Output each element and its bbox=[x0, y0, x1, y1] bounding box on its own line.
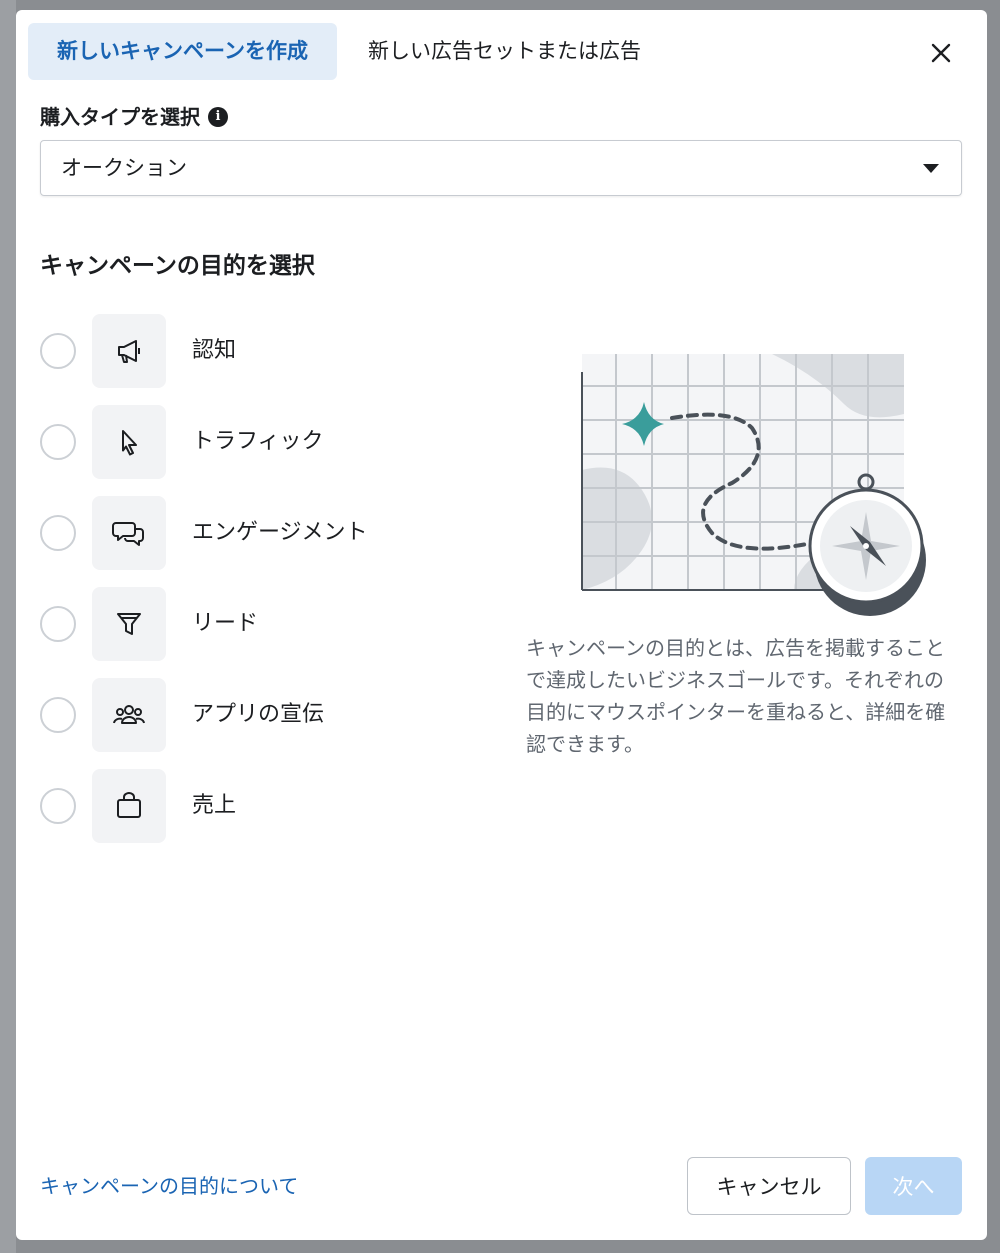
objective-label: トラフィック bbox=[192, 429, 324, 454]
objective-option-traffic[interactable]: トラフィック bbox=[40, 405, 480, 481]
objective-radio[interactable] bbox=[40, 697, 76, 733]
purchase-type-value: オークション bbox=[61, 156, 187, 180]
purchase-type-label-text: 購入タイプを選択 bbox=[40, 105, 200, 129]
purchase-type-select[interactable]: オークション bbox=[40, 140, 962, 196]
objective-option-sales[interactable]: 売上 bbox=[40, 769, 480, 845]
shopping-bag-icon bbox=[92, 769, 166, 843]
objective-option-leads[interactable]: リード bbox=[40, 587, 480, 663]
megaphone-icon bbox=[92, 314, 166, 388]
caret-down-icon bbox=[923, 164, 939, 173]
info-icon[interactable]: i bbox=[208, 107, 228, 127]
chat-bubbles-icon bbox=[92, 496, 166, 570]
objective-label: アプリの宣伝 bbox=[192, 702, 325, 727]
cursor-icon bbox=[92, 405, 166, 479]
objective-radio[interactable] bbox=[40, 424, 76, 460]
objective-radio[interactable] bbox=[40, 515, 76, 551]
objective-option-awareness[interactable]: 認知 bbox=[40, 314, 480, 390]
background-app bbox=[0, 0, 16, 1253]
map-compass-illustration bbox=[572, 350, 932, 620]
objective-label: 認知 bbox=[192, 338, 237, 363]
objective-description: キャンペーンの目的とは、広告を掲載することで達成したいビジネスゴールです。それぞ… bbox=[526, 636, 946, 756]
tab-new-adset-or-ad[interactable]: 新しい広告セットまたは広告 bbox=[356, 23, 653, 80]
objective-radio[interactable] bbox=[40, 788, 76, 824]
objective-label: 売上 bbox=[192, 793, 237, 818]
next-button[interactable]: 次へ bbox=[865, 1157, 962, 1215]
objective-label: エンゲージメント bbox=[192, 520, 368, 545]
objective-option-app-promotion[interactable]: アプリの宣伝 bbox=[40, 678, 480, 754]
objective-radio[interactable] bbox=[40, 333, 76, 369]
close-icon[interactable] bbox=[924, 36, 958, 70]
people-icon bbox=[92, 678, 166, 752]
objective-radio[interactable] bbox=[40, 606, 76, 642]
objective-label: リード bbox=[192, 611, 259, 636]
about-objectives-link[interactable]: キャンペーンの目的について bbox=[40, 1170, 298, 1202]
cancel-button[interactable]: キャンセル bbox=[687, 1157, 851, 1215]
objective-option-engagement[interactable]: エンゲージメント bbox=[40, 496, 480, 572]
funnel-icon bbox=[92, 587, 166, 661]
create-campaign-dialog: 新しいキャンペーンを作成 新しい広告セットまたは広告 購入タイプを選択 i オー… bbox=[16, 10, 987, 1240]
objective-heading: キャンペーンの目的を選択 bbox=[40, 253, 315, 279]
purchase-type-label: 購入タイプを選択 i bbox=[40, 102, 228, 132]
tab-new-campaign[interactable]: 新しいキャンペーンを作成 bbox=[28, 23, 337, 80]
